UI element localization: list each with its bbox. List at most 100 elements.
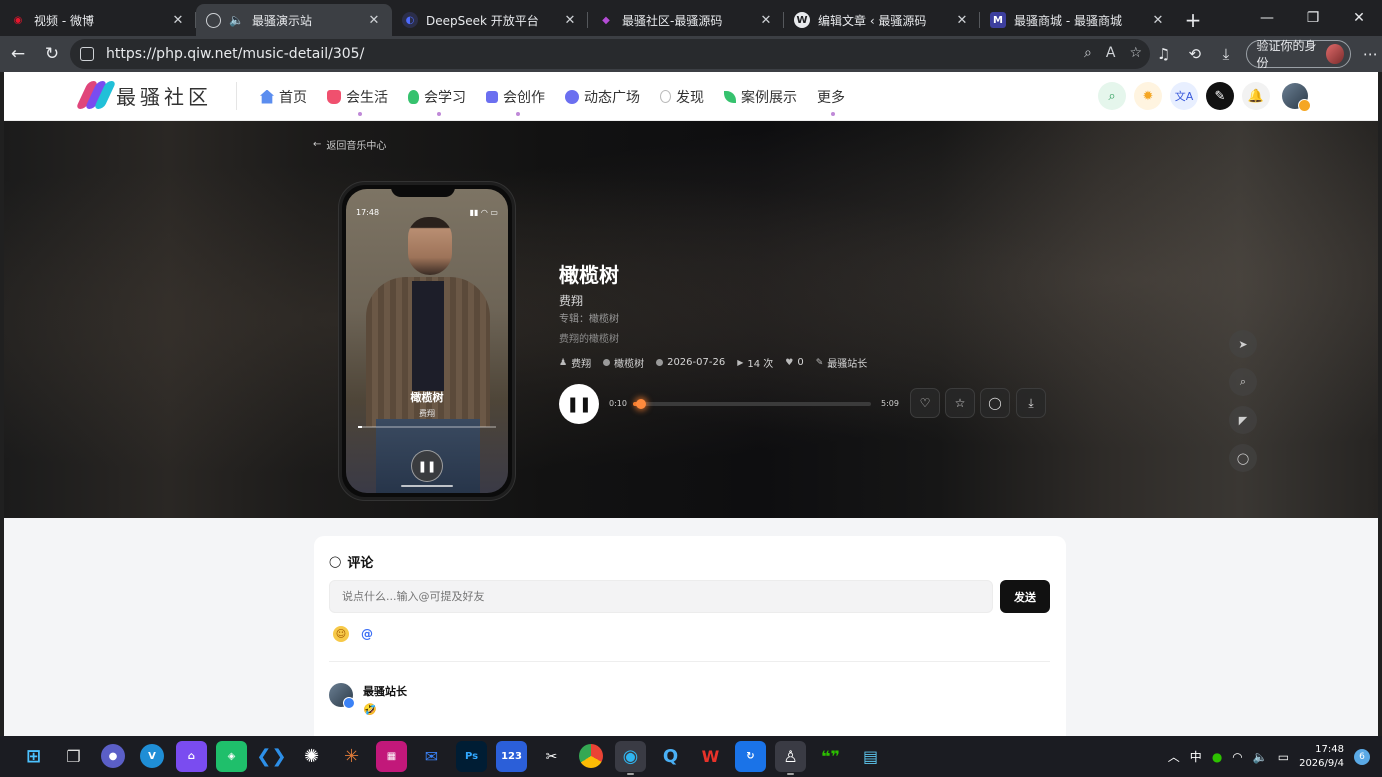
app-v-icon[interactable]: V bbox=[140, 744, 164, 768]
app-green-icon[interactable]: ◈ bbox=[216, 741, 247, 772]
translate-icon[interactable]: 文A bbox=[1170, 82, 1198, 110]
user-avatar[interactable] bbox=[1282, 83, 1311, 112]
close-tab-icon[interactable]: ✕ bbox=[1150, 13, 1166, 28]
chrome-icon[interactable] bbox=[579, 744, 603, 768]
nav-item-life[interactable]: 会生活 bbox=[327, 87, 388, 116]
notification-count-badge[interactable]: 6 bbox=[1354, 748, 1370, 765]
app-123-icon[interactable]: 123 bbox=[496, 741, 527, 772]
chatgpt-icon[interactable]: ✺ bbox=[296, 741, 327, 772]
chevron-up-icon[interactable]: ︿ bbox=[1168, 748, 1180, 765]
media-control-icon[interactable]: ♫ bbox=[1152, 41, 1175, 67]
edge-icon[interactable]: ◉ bbox=[615, 741, 646, 775]
close-tab-icon[interactable]: ✕ bbox=[562, 13, 578, 28]
comment-button[interactable]: ◯ bbox=[980, 388, 1010, 418]
browser-tab-weibo[interactable]: ◉ 视频 - 微博 ✕ bbox=[0, 4, 196, 36]
app-house-icon[interactable]: ⌂ bbox=[176, 741, 207, 772]
meta-plays: ▶ 14 次 bbox=[737, 358, 774, 370]
nav-item-more[interactable]: 更多 bbox=[817, 87, 845, 116]
back-to-music-center-link[interactable]: ← 返回音乐中心 bbox=[313, 137, 386, 152]
photoshop-icon[interactable]: Ps bbox=[456, 741, 487, 772]
new-tab-button[interactable]: + bbox=[1176, 4, 1210, 36]
chat-bubble-icon[interactable]: ◯ bbox=[1229, 444, 1257, 472]
pause-button[interactable]: ❚❚ bbox=[559, 384, 599, 424]
site-logo[interactable]: 最骚社区 bbox=[75, 80, 212, 110]
back-arrow-icon[interactable]: ← bbox=[2, 38, 34, 70]
restore-icon[interactable]: ❐ bbox=[1290, 0, 1336, 36]
meet-icon[interactable]: ● bbox=[101, 744, 125, 768]
browser-tab-edit-post[interactable]: W 编辑文章 ‹ 最骚源码 ✕ bbox=[784, 4, 980, 36]
ime-indicator[interactable]: 中 bbox=[1190, 748, 1202, 765]
wifi-icon[interactable]: ◠ bbox=[1232, 750, 1242, 764]
search-icon[interactable]: ⌕ bbox=[1229, 368, 1257, 396]
app-refresh-icon[interactable]: ↻ bbox=[735, 741, 766, 772]
clock[interactable]: 17:48 2026/9/4 bbox=[1299, 743, 1344, 771]
song-artist[interactable]: 费翔 bbox=[559, 292, 583, 309]
more-menu-icon[interactable]: ⋯ bbox=[1359, 41, 1382, 67]
battery-icon[interactable]: ▭ bbox=[1278, 750, 1289, 764]
volume-icon[interactable]: 🔈 bbox=[1253, 750, 1268, 764]
history-icon[interactable]: ⟲ bbox=[1183, 41, 1206, 67]
app-stripes-icon[interactable]: ▦ bbox=[376, 741, 407, 772]
browser-tab-community[interactable]: ◆ 最骚社区-最骚源码 ✕ bbox=[588, 4, 784, 36]
wechat-icon[interactable]: ❝❞ bbox=[815, 741, 846, 772]
wps-icon[interactable]: W bbox=[695, 741, 726, 772]
mail-icon[interactable]: ✉ bbox=[416, 741, 447, 772]
nav-item-create[interactable]: 会创作 bbox=[486, 87, 545, 116]
browser-tab-demo[interactable]: 🔈 最骚演示站 ✕ bbox=[196, 4, 392, 36]
mention-icon[interactable]: @ bbox=[361, 627, 373, 641]
nav-item-cases[interactable]: 案例展示 bbox=[724, 87, 797, 107]
like-button[interactable]: ♡ bbox=[910, 388, 940, 418]
nav-item-study[interactable]: 会学习 bbox=[408, 87, 466, 116]
phone-progress-bar[interactable] bbox=[358, 426, 496, 428]
emoji-icon[interactable]: ☺ bbox=[333, 626, 349, 642]
megaphone-icon[interactable]: ◤ bbox=[1229, 406, 1257, 434]
app-q-icon[interactable]: Q bbox=[655, 741, 686, 772]
meta-uploader[interactable]: ✎ 最骚站长 bbox=[816, 355, 868, 371]
edit-icon bbox=[486, 90, 498, 103]
close-tab-icon[interactable]: ✕ bbox=[366, 13, 382, 28]
url-field[interactable]: https://php.qiw.net/music-detail/305/ ⌕ … bbox=[70, 39, 1150, 69]
minimize-icon[interactable]: — bbox=[1244, 0, 1290, 36]
claude-icon[interactable]: ✳ bbox=[336, 741, 367, 772]
close-tab-icon[interactable]: ✕ bbox=[954, 13, 970, 28]
favorite-star-icon[interactable]: ☆ bbox=[1129, 45, 1142, 61]
read-aloud-icon[interactable]: A bbox=[1106, 45, 1116, 61]
task-view-icon[interactable]: ❐ bbox=[58, 741, 89, 772]
avatar[interactable] bbox=[329, 683, 355, 709]
theme-sun-icon[interactable]: ✹ bbox=[1134, 82, 1162, 110]
download-button[interactable]: ⤓ bbox=[1016, 388, 1046, 418]
qq-icon[interactable]: ♙ bbox=[775, 741, 806, 775]
notepad-icon[interactable]: ▤ bbox=[855, 741, 886, 772]
download-icon[interactable]: ⤓ bbox=[1214, 41, 1237, 67]
meta-artist[interactable]: ♟ 费翔 bbox=[559, 355, 591, 371]
audio-playing-icon[interactable]: 🔈 bbox=[229, 13, 244, 27]
browser-tab-deepseek[interactable]: ◐ DeepSeek 开放平台 ✕ bbox=[392, 4, 588, 36]
send-plane-icon[interactable]: ➤ bbox=[1229, 330, 1257, 358]
start-windows-icon[interactable]: ⊞ bbox=[18, 741, 49, 772]
comment-author[interactable]: 最骚站长 bbox=[363, 683, 407, 699]
refresh-icon[interactable]: ↻ bbox=[36, 38, 68, 70]
vscode-icon[interactable]: ❮❯ bbox=[256, 741, 287, 772]
app-tray-icon[interactable]: ● bbox=[1212, 750, 1222, 764]
song-description: 费翔的橄榄树 bbox=[559, 334, 619, 345]
nav-item-home[interactable]: 首页 bbox=[260, 87, 307, 107]
meta-album[interactable]: 橄榄树 bbox=[603, 355, 644, 370]
zoom-icon[interactable]: ⌕ bbox=[1084, 45, 1092, 61]
close-tab-icon[interactable]: ✕ bbox=[758, 13, 774, 28]
comment-input[interactable] bbox=[329, 580, 993, 613]
progress-track[interactable] bbox=[633, 399, 871, 409]
write-pencil-icon[interactable]: ✎ bbox=[1206, 82, 1234, 110]
favorite-button[interactable]: ☆ bbox=[945, 388, 975, 418]
search-icon[interactable]: ⌕ bbox=[1098, 82, 1126, 110]
notification-bell-icon[interactable]: 🔔 bbox=[1242, 82, 1270, 110]
progress-knob[interactable] bbox=[635, 399, 646, 409]
send-button[interactable]: 发送 bbox=[1000, 580, 1050, 613]
nav-item-discover[interactable]: 发现 bbox=[660, 87, 704, 107]
verify-identity-button[interactable]: 验证你的身份 bbox=[1245, 39, 1351, 70]
browser-tab-mall[interactable]: M 最骚商城 - 最骚商城 ✕ bbox=[980, 4, 1176, 36]
capcut-icon[interactable]: ✂ bbox=[536, 741, 567, 772]
close-tab-icon[interactable]: ✕ bbox=[170, 13, 186, 28]
close-window-icon[interactable]: ✕ bbox=[1336, 0, 1382, 36]
nav-item-square[interactable]: 动态广场 bbox=[565, 87, 640, 107]
phone-pause-button[interactable]: ❚❚ bbox=[411, 450, 443, 482]
